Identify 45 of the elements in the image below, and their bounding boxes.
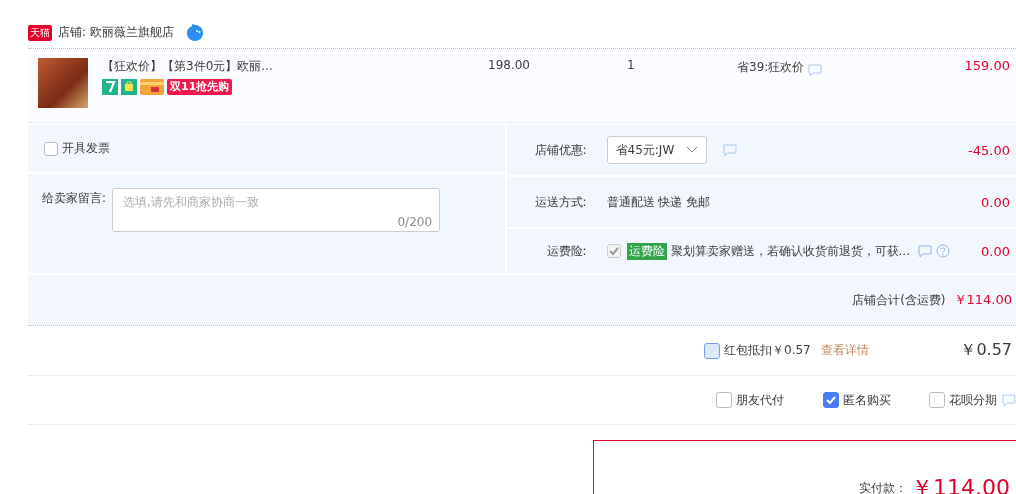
seven-day-icon <box>102 79 118 95</box>
pay-option-checkbox[interactable] <box>822 392 839 408</box>
product-title[interactable]: 【狂欢价】【第3件0元】欧丽... <box>102 58 352 75</box>
option-label: 运送方式: <box>533 193 587 211</box>
insurance-description: 聚划算卖家赠送，若确认收货前退货，可获... <box>670 242 910 260</box>
pay-option-label: 朋友代付 <box>736 391 784 409</box>
invoice-checkbox[interactable] <box>44 141 58 156</box>
pay-option-checkbox[interactable] <box>716 392 732 408</box>
shop-total-label: 店铺合计(含运费) <box>852 291 946 309</box>
coupon-deduction-checkbox[interactable] <box>704 342 720 359</box>
message-label: 给卖家留言: <box>42 190 107 207</box>
pay-option-label: 匿名购买 <box>842 391 891 409</box>
option-label: 运费险: <box>545 242 587 260</box>
comment-icon[interactable] <box>1002 393 1016 407</box>
insurance-tag: 运费险 <box>626 242 667 260</box>
option-amount: 0.00 <box>980 194 1011 210</box>
shop-name[interactable]: 店铺: 欧丽薇兰旗舰店 <box>58 24 174 41</box>
character-counter: 0/200 <box>397 215 433 229</box>
discount-text: 省39:狂欢价 <box>737 59 805 76</box>
option-amount: 0.00 <box>980 243 1011 259</box>
quantity: 1 <box>627 58 636 72</box>
help-icon[interactable] <box>936 244 950 258</box>
unit-price: 198.00 <box>488 58 531 72</box>
coupon-deduction-label: 红包抵扣￥0.57 <box>724 342 811 359</box>
shop-total-amount: ￥114.00 <box>953 291 1012 309</box>
invoice-label: 开具发票 <box>62 140 110 157</box>
shipping-method: 普通配送 快递 免邮 <box>606 193 711 211</box>
caret-icon <box>686 146 699 154</box>
bag-icon <box>121 79 137 95</box>
option-label: 店铺优惠: <box>533 141 587 159</box>
promo-tag: 双11抢先购 <box>167 79 233 95</box>
card-icon <box>140 79 164 95</box>
payment-label: 实付款： <box>859 480 907 494</box>
comment-icon[interactable] <box>918 244 932 258</box>
pay-option-label: 花呗分期 <box>949 391 998 409</box>
comment-icon[interactable] <box>723 143 738 157</box>
comment-icon[interactable] <box>808 64 823 77</box>
product-photo-placeholder[interactable] <box>38 58 88 108</box>
item-subtotal: 159.00 <box>963 58 1011 73</box>
chat-bubble-icon[interactable] <box>185 23 204 42</box>
pay-option-checkbox[interactable] <box>929 392 946 408</box>
tmall-badge: 天猫 <box>28 24 52 41</box>
coupon-dropdown[interactable]: 省45元:JW <box>606 136 708 164</box>
coupon-deduction-amount: ￥0.57 <box>960 340 1013 361</box>
option-amount: -45.00 <box>967 142 1011 158</box>
